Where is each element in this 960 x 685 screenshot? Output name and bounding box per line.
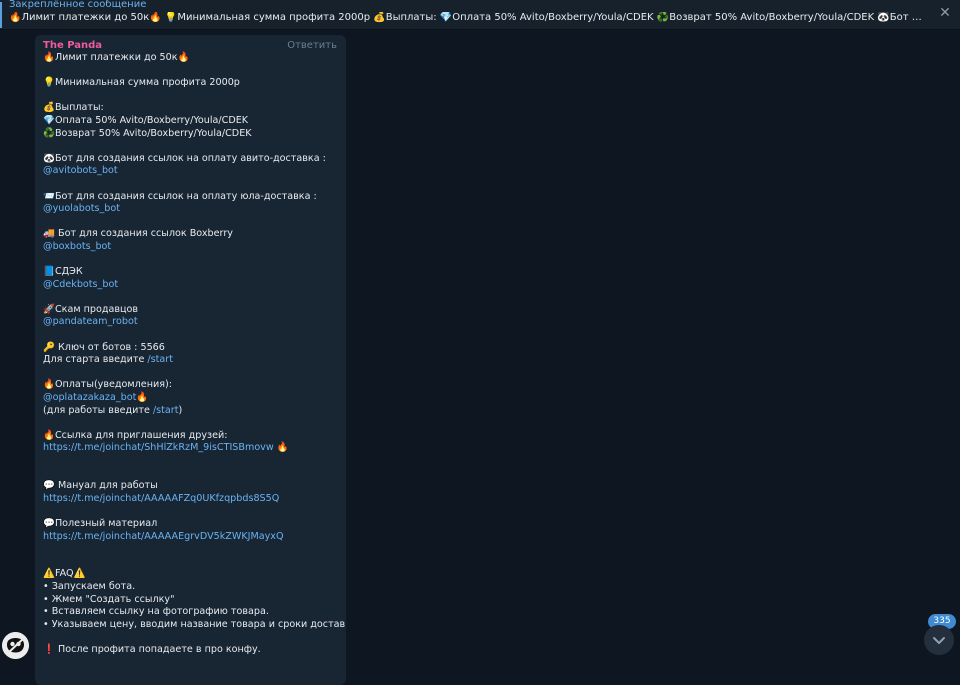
- pinned-message-bar[interactable]: Закреплённое сообщение 🔥Лимит платежки д…: [0, 0, 960, 30]
- message-line: 🐼Бот для создания ссылок на оплату авито…: [43, 152, 326, 164]
- message-line: 🚀Скам продавцов: [43, 303, 139, 315]
- pinned-title: Закреплённое сообщение: [9, 0, 147, 10]
- message-line: [43, 216, 338, 229]
- invite-link[interactable]: https://t.me/joinchat/AAAAAFZq0UKfzqpbds…: [43, 493, 279, 504]
- message-line: [43, 140, 338, 153]
- chevron-down-icon: [933, 637, 945, 644]
- message-line: • Указываем цену, вводим название товара…: [43, 618, 346, 630]
- message-line: ♻️Возврат 50% Avito/Boxberry/Youla/CDEK: [43, 127, 252, 139]
- bot-mention-link[interactable]: @pandateam_robot: [43, 316, 138, 327]
- message-line: (для работы введите /start): [43, 404, 183, 416]
- message-line: @yuolabots_bot: [43, 203, 338, 216]
- avatar[interactable]: [2, 632, 29, 659]
- bot-mention-link[interactable]: @avitobots_bot: [43, 165, 118, 176]
- message-line: @boxbots_bot: [43, 241, 338, 254]
- message-line: [43, 556, 338, 569]
- bot-mention-link[interactable]: @oplatazakaza_bot: [43, 392, 136, 403]
- close-icon[interactable]: ✕: [936, 4, 954, 22]
- message-line: 🔑 Ключ от ботов : 5566: [43, 341, 165, 353]
- message-line: [43, 367, 338, 380]
- message-line: [43, 543, 338, 556]
- invite-link[interactable]: https://t.me/joinchat/ShHlZkRzM_9isCTISB…: [43, 442, 274, 453]
- message-line: 📘СДЭК: [43, 266, 83, 278]
- bot-mention-link[interactable]: @yuolabots_bot: [43, 203, 120, 214]
- message-line: • Запускаем бота.: [43, 580, 136, 592]
- message-line: [43, 329, 338, 342]
- message-text: 🔥Лимит платежки до 50к🔥 💡Минимальная сумм…: [43, 52, 346, 657]
- message-line: 🔥Ссылка для приглашения друзей:: [43, 429, 228, 441]
- message-line: [43, 65, 338, 78]
- message-line: [43, 417, 338, 430]
- message-line: [43, 505, 338, 518]
- command-link[interactable]: /start: [153, 405, 179, 416]
- message-line: ⚠️FAQ⚠️: [43, 568, 86, 580]
- message-line: [43, 468, 338, 481]
- panda-logo-icon: [2, 632, 29, 659]
- message-line: 💰Выплаты:: [43, 102, 104, 114]
- message-line: [43, 90, 338, 103]
- bot-mention-link[interactable]: @boxbots_bot: [43, 241, 111, 252]
- message-line: [43, 455, 338, 468]
- message-line: @pandateam_robot: [43, 316, 338, 329]
- message-line: 📨Бот для создания ссылок на оплату юла-д…: [43, 190, 317, 202]
- message-line: 🔥Лимит платежки до 50к🔥: [43, 52, 190, 63]
- message-line: 💬 Мануал для работы: [43, 480, 158, 492]
- reply-button[interactable]: Ответить: [287, 40, 337, 51]
- message-line: @oplatazakaza_bot🔥: [43, 392, 149, 404]
- bot-mention-link[interactable]: @Cdekbots_bot: [43, 279, 118, 290]
- invite-link[interactable]: https://t.me/joinchat/AAAAAEgrvDV5kZWKJM…: [43, 531, 284, 542]
- scroll-down-button[interactable]: [924, 625, 954, 655]
- message-line: [43, 178, 338, 191]
- message-line: [43, 291, 338, 304]
- message-line: https://t.me/joinchat/ShHlZkRzM_9isCTISB…: [43, 442, 289, 454]
- message-line: @Cdekbots_bot: [43, 279, 338, 292]
- message-line: • Жмем "Создать ссылку": [43, 593, 175, 605]
- message-line: https://t.me/joinchat/AAAAAEgrvDV5kZWKJM…: [43, 531, 338, 544]
- message-bubble: The Panda Ответить 🔥Лимит платежки до 50…: [35, 35, 346, 685]
- message-line: 🚚 Бот для создания ссылок Boxberry: [43, 228, 233, 240]
- message-line: 🔥Оплаты(уведомления):: [43, 379, 172, 391]
- message-line: 💬Полезный материал: [43, 517, 158, 529]
- message-line: • Вставляем ссылку на фотографию товара.: [43, 606, 269, 618]
- message-line: [43, 254, 338, 267]
- message-line: Для старта введите /start: [43, 354, 173, 366]
- message-line: [43, 631, 338, 644]
- message-line: @avitobots_bot: [43, 165, 338, 178]
- command-link[interactable]: /start: [147, 354, 173, 365]
- message-line: ❗ После профита попадаете в про конфу.: [43, 643, 261, 655]
- pinned-accent-bar: [0, 2, 2, 28]
- message-line: 💡Минимальная сумма профита 2000р: [43, 77, 240, 89]
- pinned-preview-text: 🔥Лимит платежки до 50к🔥 💡Минимальная сум…: [9, 12, 924, 23]
- message-line: 💎Оплата 50% Avito/Boxberry/Youla/CDEK: [43, 114, 249, 126]
- message-line: https://t.me/joinchat/AAAAAFZq0UKfzqpbds…: [43, 493, 338, 506]
